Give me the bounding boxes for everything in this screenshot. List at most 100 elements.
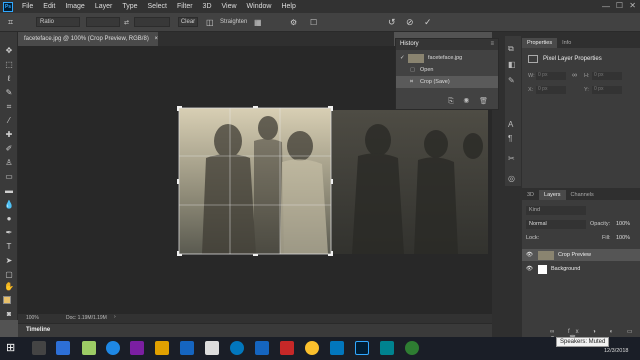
history-panel-icon[interactable]: ⧉ <box>508 44 514 54</box>
tab-layers[interactable]: Layers <box>539 190 566 200</box>
hand-tool-icon[interactable]: ✋ <box>3 282 15 292</box>
history-item[interactable]: ▢ Open <box>396 64 498 76</box>
ratio-select[interactable]: Ratio <box>36 17 80 27</box>
path-select-tool-icon[interactable]: ➤ <box>3 256 15 266</box>
eyedropper-tool-icon[interactable]: ⁄ <box>3 116 15 126</box>
y-field[interactable]: 0 px <box>592 86 622 94</box>
fill-field[interactable]: 100% <box>616 235 630 241</box>
edge-browser-icon[interactable] <box>106 341 120 355</box>
straighten-icon[interactable]: ◫ <box>206 17 214 27</box>
app-icon[interactable] <box>380 341 394 355</box>
powerpoint-app-icon[interactable] <box>280 341 294 355</box>
settings-icon[interactable]: ⚙ <box>290 17 297 27</box>
tab-3d[interactable]: 3D <box>522 190 539 200</box>
clear-button[interactable]: Clear <box>178 17 198 27</box>
libraries-panel-icon[interactable]: ◎ <box>508 174 515 183</box>
task-view-icon[interactable] <box>32 341 46 355</box>
marquee-tool-icon[interactable]: ⬚ <box>3 60 15 70</box>
layer-filter-select[interactable]: Kind <box>526 206 586 215</box>
history-footer-icons[interactable]: ⎘ ◉ 🗑 <box>448 97 492 106</box>
menu-select[interactable]: Select <box>143 3 172 10</box>
move-tool-icon[interactable]: ✥ <box>3 46 15 56</box>
timeline-label[interactable]: Timeline <box>26 327 50 333</box>
history-title[interactable]: History <box>400 39 419 50</box>
pen-tool-icon[interactable]: ✒ <box>3 228 15 238</box>
status-arrow-icon[interactable]: › <box>114 314 116 320</box>
menu-window[interactable]: Window <box>242 3 277 10</box>
clock-date[interactable]: 12/3/2018 <box>604 348 628 354</box>
layer-row-crop-preview[interactable]: 👁 Crop Preview <box>522 249 640 261</box>
people-app-icon[interactable] <box>180 341 194 355</box>
opacity-field[interactable]: 100% <box>616 221 630 227</box>
menu-filter[interactable]: Filter <box>172 3 198 10</box>
history-item-active[interactable]: ⌗ Crop (Save) <box>396 76 498 88</box>
eye-icon[interactable]: 👁 <box>522 252 534 258</box>
blur-tool-icon[interactable]: 💧 <box>3 200 15 210</box>
tools-panel-icon[interactable]: ✂ <box>508 154 515 163</box>
delete-cropped-checkbox[interactable]: ☐ <box>310 17 317 27</box>
windows-start-icon[interactable]: ⊞ <box>6 342 18 354</box>
menu-edit[interactable]: Edit <box>38 3 60 10</box>
ratio-width-input[interactable] <box>86 17 120 27</box>
maximize-icon[interactable]: ☐ <box>616 1 623 10</box>
document-tab[interactable]: faceteface.jpg @ 100% (Crop Preview, RGB… <box>18 32 158 46</box>
menu-type[interactable]: Type <box>117 3 142 10</box>
ie-browser-icon[interactable] <box>230 341 244 355</box>
eraser-tool-icon[interactable]: ▭ <box>3 172 15 182</box>
x-field[interactable]: 0 px <box>536 86 566 94</box>
onenote-app-icon[interactable] <box>130 341 144 355</box>
music-app-icon[interactable] <box>82 341 96 355</box>
crop-tool-icon[interactable]: ⌗ <box>3 102 15 112</box>
panel-menu-icon[interactable]: ≡ <box>490 39 494 50</box>
gradient-tool-icon[interactable]: ▬ <box>3 186 15 196</box>
layer-row-background[interactable]: 👁 Background <box>522 263 640 275</box>
word-app-icon[interactable] <box>255 341 269 355</box>
dodge-tool-icon[interactable]: ● <box>3 214 15 224</box>
tab-properties[interactable]: Properties <box>522 38 558 48</box>
crop-tool-icon[interactable]: ⌗ <box>8 17 13 27</box>
menu-layer[interactable]: Layer <box>90 3 118 10</box>
mail-app-icon[interactable] <box>56 341 70 355</box>
quick-select-tool-icon[interactable]: ✎ <box>3 88 15 98</box>
brush-panel-icon[interactable]: ✎ <box>508 76 515 85</box>
link-icon[interactable]: ∞ <box>572 72 577 79</box>
swap-icon[interactable]: ⇄ <box>124 17 129 27</box>
chrome-browser-icon[interactable] <box>305 341 319 355</box>
tab-info[interactable]: Info <box>557 38 576 48</box>
shape-tool-icon[interactable]: ▢ <box>3 270 15 280</box>
greenshot-app-icon[interactable] <box>405 341 419 355</box>
tab-channels[interactable]: Channels <box>566 190 599 200</box>
brush-source-icon[interactable]: ✓ <box>400 55 408 61</box>
menu-view[interactable]: View <box>217 3 242 10</box>
store-app-icon[interactable] <box>205 341 219 355</box>
character-panel-icon[interactable]: A <box>508 120 513 129</box>
history-snapshot[interactable]: ✓ faceteface.jpg <box>396 52 498 64</box>
brush-tool-icon[interactable]: ✐ <box>3 144 15 154</box>
skype-app-icon[interactable] <box>330 341 344 355</box>
menu-file[interactable]: File <box>17 3 38 10</box>
ratio-height-input[interactable] <box>134 17 170 27</box>
photoshop-taskbar-icon[interactable] <box>355 341 369 355</box>
quick-mask-icon[interactable]: ◙ <box>3 310 15 320</box>
lasso-tool-icon[interactable]: ℓ <box>3 74 15 84</box>
file-explorer-icon[interactable] <box>155 341 169 355</box>
paragraph-panel-icon[interactable]: ¶ <box>508 134 512 143</box>
foreground-color-swatch[interactable] <box>3 296 11 304</box>
menu-3d[interactable]: 3D <box>198 3 217 10</box>
menu-image[interactable]: Image <box>60 3 89 10</box>
width-field[interactable]: 0 px <box>536 72 566 80</box>
zoom-level[interactable]: 100% <box>26 315 39 321</box>
menu-help[interactable]: Help <box>276 3 300 10</box>
height-field[interactable]: 0 px <box>592 72 622 80</box>
adjust-panel-icon[interactable]: ◧ <box>508 60 516 69</box>
clone-stamp-tool-icon[interactable]: ♙ <box>3 158 15 168</box>
close-tab-icon[interactable]: × <box>155 36 159 42</box>
healing-tool-icon[interactable]: ✚ <box>3 130 15 140</box>
eye-icon[interactable]: 👁 <box>522 266 534 272</box>
grid-overlay-icon[interactable]: ▦ <box>254 17 262 27</box>
cancel-crop-icon[interactable]: ⊘ <box>406 17 414 27</box>
close-icon[interactable]: ✕ <box>629 1 636 10</box>
straighten-button[interactable]: Straighten <box>220 17 247 27</box>
minimize-icon[interactable]: — <box>602 2 610 11</box>
blend-mode-select[interactable]: Normal <box>526 220 586 229</box>
